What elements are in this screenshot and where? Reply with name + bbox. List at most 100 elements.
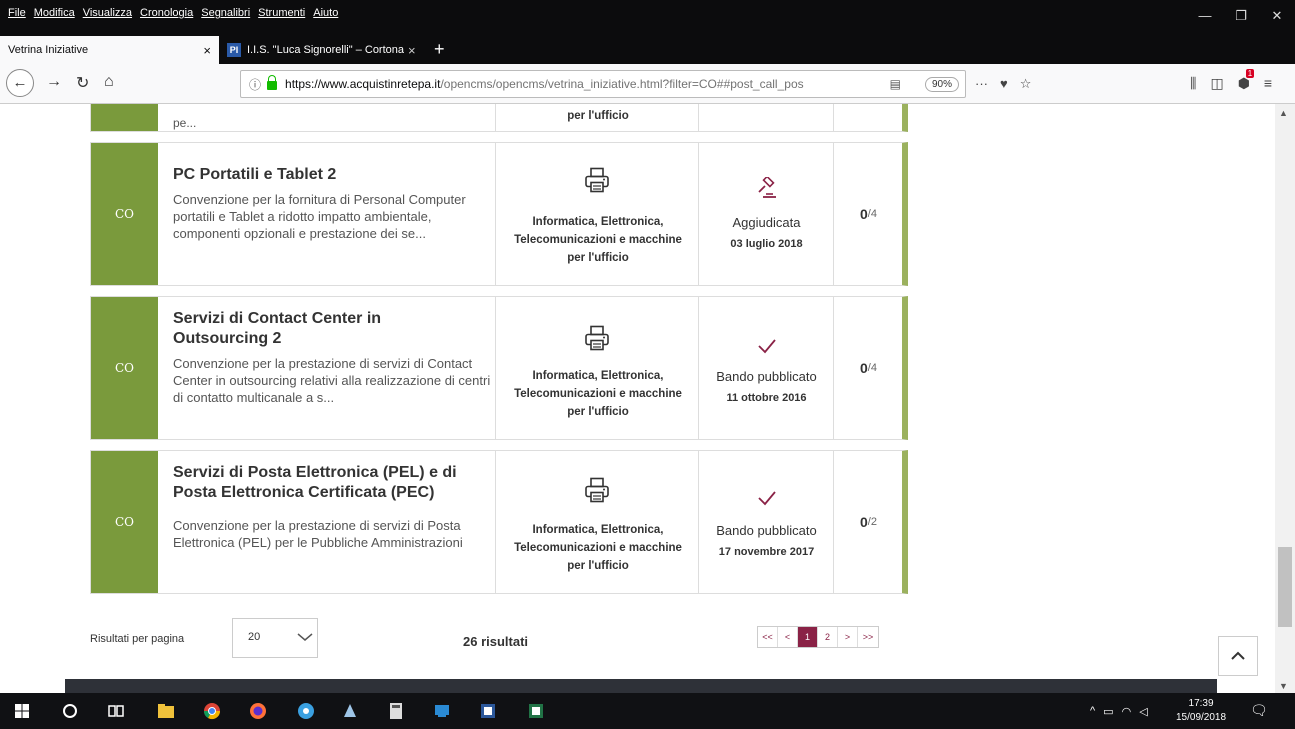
card-title[interactable]: PC Portatili e Tablet 2: [173, 165, 493, 185]
app-icon[interactable]: [340, 701, 360, 721]
cortana-search-icon[interactable]: [60, 701, 80, 721]
chevron-up-icon: [1231, 651, 1245, 660]
initiative-card[interactable]: CO PC Portatili e Tablet 2 Convenzione p…: [90, 142, 908, 286]
category-label-line3: per l'ufficio: [567, 406, 629, 418]
menu-visualizza[interactable]: Visualizza: [83, 7, 132, 19]
home-icon[interactable]: ⌂: [104, 73, 114, 91]
close-tab-icon[interactable]: ×: [203, 43, 211, 58]
pager-page-2[interactable]: 2: [818, 627, 838, 647]
results-per-page-label: Risultati per pagina: [90, 633, 185, 645]
toolbar-right: ⫼ ◫ ⬢ 1 ≡: [1190, 69, 1272, 92]
initiative-card[interactable]: CO Servizi di Contact Center in Outsourc…: [90, 296, 908, 440]
firefox-icon[interactable]: [248, 701, 268, 721]
action-center-icon[interactable]: 🗨: [1250, 702, 1268, 719]
chrome-icon[interactable]: [202, 701, 222, 721]
category-label-line1: Informatica, Elettronica,: [532, 216, 664, 228]
results-per-page-value: 20: [248, 631, 261, 643]
volume-icon[interactable]: ◁: [1139, 705, 1147, 718]
battery-icon[interactable]: ▭: [1103, 705, 1113, 718]
card-count: 0/4: [834, 297, 903, 439]
card-description: Servizi di Posta Elettronica (PEL) e di …: [173, 451, 493, 551]
card-status: Bando pubblicato 11 ottobre 2016: [699, 297, 834, 439]
menu-aiuto[interactable]: Aiuto: [313, 7, 338, 19]
page-scrollbar[interactable]: ▲ ▼: [1275, 104, 1295, 693]
reload-icon[interactable]: ↻: [76, 73, 89, 93]
page-viewport: pe... per l'ufficio CO PC Portatili e Ta…: [0, 104, 1275, 693]
pager-last[interactable]: >>: [858, 627, 878, 647]
app-icon[interactable]: [432, 701, 452, 721]
pager-next[interactable]: >: [838, 627, 858, 647]
taskbar-clock[interactable]: 17:39 15/09/2018: [1176, 697, 1226, 725]
tab-iis-signorelli[interactable]: PI I.I.S. "Luca Signorelli" – Cortona ×: [219, 36, 426, 64]
card-summary: pe...: [173, 116, 197, 130]
bookmark-star-icon[interactable]: ☆: [1020, 76, 1032, 92]
lock-icon[interactable]: [267, 75, 278, 90]
results-per-page-select[interactable]: 20: [232, 618, 318, 658]
printer-icon: [585, 167, 609, 193]
card-status: Aggiudicata 03 luglio 2018: [699, 143, 834, 285]
tab-bar: Vetrina Iniziative × PI I.I.S. "Luca Sig…: [0, 36, 1295, 64]
new-tab-icon[interactable]: +: [434, 36, 445, 64]
type-badge: CO: [91, 143, 158, 285]
menu-modifica[interactable]: Modifica: [34, 7, 75, 19]
initiative-card[interactable]: CO Servizi di Posta Elettronica (PEL) e …: [90, 450, 908, 594]
info-icon[interactable]: ⓘ: [249, 76, 261, 93]
zoom-indicator[interactable]: 90%: [924, 76, 959, 92]
back-arrow-icon[interactable]: ←: [6, 69, 34, 97]
navigation-bar: ← → ↻ ⌂ ⓘ https://www.acquistinretepa.it…: [0, 64, 1295, 104]
card-category: Informatica, Elettronica, Telecomunicazi…: [495, 297, 699, 439]
pager-prev[interactable]: <: [778, 627, 798, 647]
card-title[interactable]: Servizi di Contact Center in Outsourcing…: [173, 309, 453, 349]
windows-taskbar: ^ ▭ ◠ ◁ 17:39 15/09/2018 🗨: [0, 693, 1295, 729]
calculator-icon[interactable]: [386, 701, 406, 721]
close-window-button[interactable]: ✕: [1262, 8, 1292, 24]
menu-segnalibri[interactable]: Segnalibri: [201, 7, 250, 19]
menu-items: File Modifica Visualizza Cronologia Segn…: [8, 7, 338, 19]
pager-page-1[interactable]: 1: [798, 627, 818, 647]
initiative-card[interactable]: pe... per l'ufficio: [90, 104, 908, 132]
card-summary: Convenzione per la prestazione di serviz…: [173, 518, 463, 550]
wifi-icon[interactable]: ◠: [1122, 705, 1132, 718]
tab-label: I.I.S. "Luca Signorelli" – Cortona: [247, 44, 405, 56]
url-text[interactable]: https://www.acquistinretepa.it/opencms/o…: [285, 77, 865, 91]
scroll-up-icon[interactable]: ▲: [1279, 108, 1288, 118]
pocket-icon[interactable]: ♥: [1000, 76, 1008, 92]
excel-icon[interactable]: [526, 701, 546, 721]
scroll-to-top-button[interactable]: [1218, 636, 1258, 676]
type-badge: [91, 104, 158, 131]
minimize-button[interactable]: —: [1190, 8, 1220, 23]
addon-badge-icon[interactable]: ⬢ 1: [1238, 69, 1255, 92]
tab-vetrina-iniziative[interactable]: Vetrina Iniziative ×: [0, 36, 219, 64]
address-bar[interactable]: ⓘ https://www.acquistinretepa.it/opencms…: [240, 70, 966, 98]
hamburger-menu-icon[interactable]: ≡: [1264, 75, 1272, 92]
task-view-icon[interactable]: [106, 701, 126, 721]
close-tab-icon[interactable]: ×: [408, 43, 416, 58]
app-icon[interactable]: [296, 701, 316, 721]
card-status: [699, 104, 834, 131]
windows-start-icon[interactable]: [12, 701, 32, 721]
menu-cronologia[interactable]: Cronologia: [140, 7, 193, 19]
pager-first[interactable]: <<: [758, 627, 778, 647]
menu-strumenti[interactable]: Strumenti: [258, 7, 305, 19]
printer-icon: [585, 325, 609, 351]
card-summary: Convenzione per la fornitura di Personal…: [173, 192, 466, 241]
file-explorer-icon[interactable]: [156, 701, 176, 721]
card-count: 0/4: [834, 143, 903, 285]
scroll-down-icon[interactable]: ▼: [1279, 681, 1288, 691]
chevron-down-icon: [297, 633, 313, 641]
word-icon[interactable]: [478, 701, 498, 721]
count-value: 0: [860, 206, 868, 222]
card-title[interactable]: Servizi di Posta Elettronica (PEL) e di …: [173, 463, 493, 503]
restore-button[interactable]: ❐: [1226, 8, 1256, 24]
forward-arrow-icon[interactable]: →: [46, 73, 62, 91]
menu-file[interactable]: File: [8, 7, 26, 19]
check-icon: [758, 339, 776, 354]
tray-chevron-icon[interactable]: ^: [1090, 705, 1095, 718]
sidebar-icon[interactable]: ◫: [1210, 75, 1223, 92]
reader-view-icon[interactable]: ▤: [890, 77, 901, 91]
library-icon[interactable]: ⫼: [1190, 75, 1196, 92]
scrollbar-thumb[interactable]: [1278, 547, 1292, 627]
more-actions-icon[interactable]: ···: [975, 76, 988, 92]
gavel-icon: [758, 177, 776, 198]
card-summary: Convenzione per la prestazione di serviz…: [173, 356, 491, 405]
